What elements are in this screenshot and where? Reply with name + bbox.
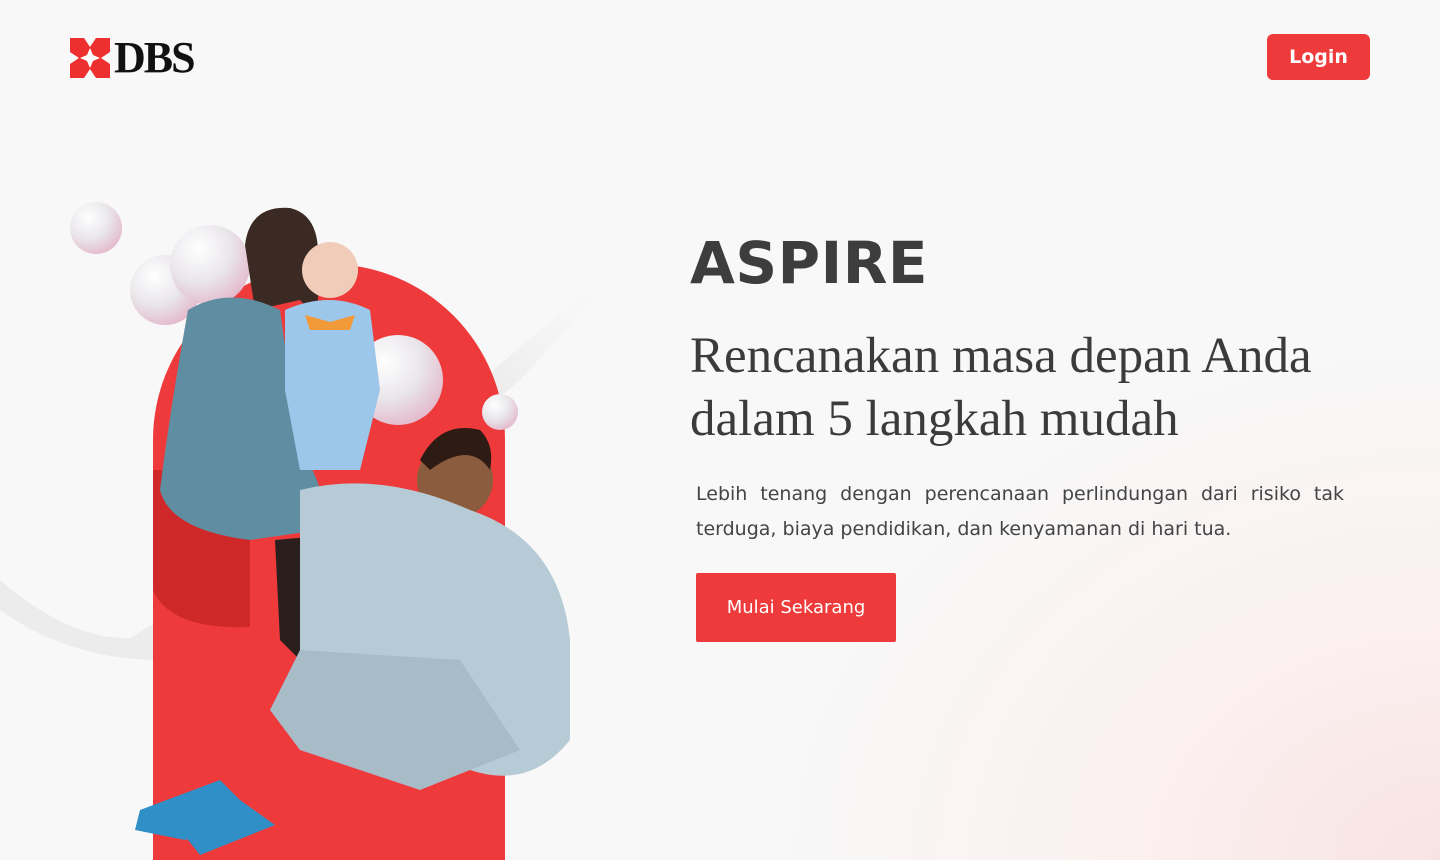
hero-subtitle-line-2: dalam 5 langkah mudah xyxy=(690,391,1179,447)
site-header: DBS Login xyxy=(0,0,1440,115)
start-now-button[interactable]: Mulai Sekarang xyxy=(696,573,896,642)
dbs-logo[interactable]: DBS xyxy=(70,33,196,82)
login-button[interactable]: Login xyxy=(1267,34,1370,80)
hero-subtitle-line-1: Rencanakan masa depan Anda xyxy=(690,328,1312,384)
hero-subtitle: Rencanakan masa depan Anda dalam 5 langk… xyxy=(690,325,1350,451)
dbs-star-icon xyxy=(70,38,110,78)
hero-illustration xyxy=(0,202,655,860)
hero-content: ASPIRE Rencanakan masa depan Anda dalam … xyxy=(690,225,1350,642)
logo-text: DBS xyxy=(114,33,196,82)
hero-title: ASPIRE xyxy=(690,229,929,297)
hero-description: Lebih tenang dengan perencanaan perlindu… xyxy=(696,483,1344,540)
